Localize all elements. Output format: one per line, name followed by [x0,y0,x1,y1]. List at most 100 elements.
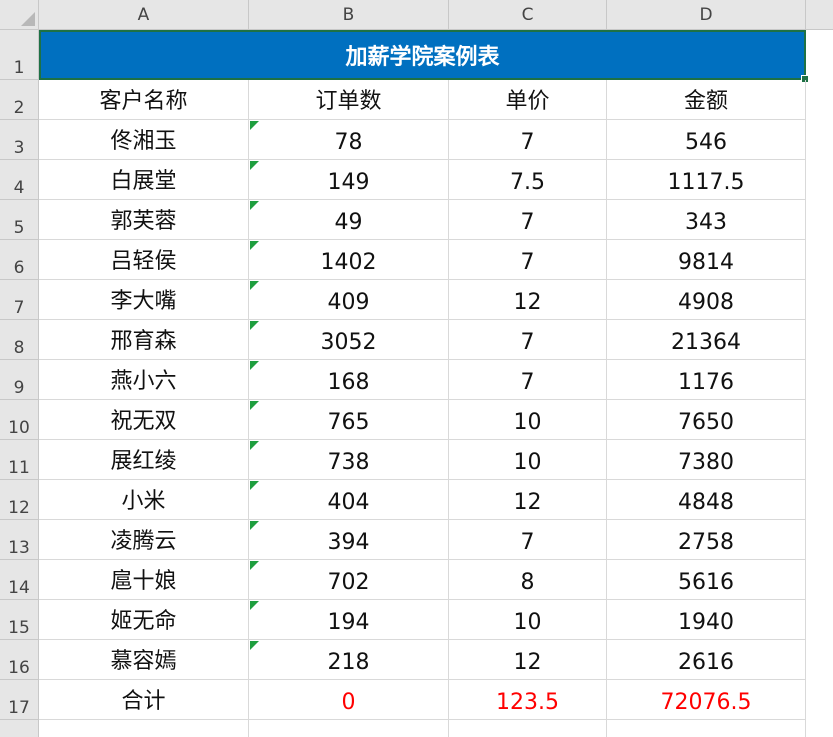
amount-cell[interactable]: 7380 [607,440,806,480]
customer-name-cell[interactable]: 祝无双 [39,400,249,440]
row-header-17[interactable]: 17 [0,680,39,720]
row-header-1[interactable]: 1 [0,30,39,80]
row-header-8[interactable]: 8 [0,320,39,360]
amount-cell[interactable]: 9814 [607,240,806,280]
price-cell[interactable]: 10 [449,440,607,480]
customer-name-cell[interactable]: 邢育森 [39,320,249,360]
header-cell-c[interactable]: 单价 [449,80,607,120]
amount-cell[interactable]: 5616 [607,560,806,600]
total-amount-cell[interactable]: 72076.5 [607,680,806,720]
price-cell[interactable]: 7 [449,120,607,160]
empty-cell[interactable] [449,720,607,737]
cell-value: 49 [334,210,363,235]
customer-name-cell[interactable]: 小米 [39,480,249,520]
amount-cell[interactable]: 1940 [607,600,806,640]
orders-cell[interactable]: 3052 [249,320,449,360]
row-header-10[interactable]: 10 [0,400,39,440]
row-header-12[interactable]: 12 [0,480,39,520]
amount-cell[interactable]: 343 [607,200,806,240]
orders-cell[interactable]: 404 [249,480,449,520]
orders-cell[interactable]: 409 [249,280,449,320]
cell-value: 765 [327,410,370,435]
title-cell-merged[interactable]: 加薪学院案例表 [39,30,806,80]
price-cell[interactable]: 7 [449,320,607,360]
customer-name-cell[interactable]: 凌腾云 [39,520,249,560]
orders-cell[interactable]: 394 [249,520,449,560]
orders-cell[interactable]: 218 [249,640,449,680]
column-header-d[interactable]: D [607,0,806,30]
orders-cell[interactable]: 149 [249,160,449,200]
column-header-a[interactable]: A [39,0,249,30]
amount-cell[interactable]: 7650 [607,400,806,440]
amount-cell[interactable]: 2616 [607,640,806,680]
empty-cell[interactable] [607,720,806,737]
header-cell-a[interactable]: 客户名称 [39,80,249,120]
orders-cell[interactable]: 738 [249,440,449,480]
total-label-cell[interactable]: 合计 [39,680,249,720]
empty-cell[interactable] [39,720,249,737]
price-cell[interactable]: 7 [449,200,607,240]
customer-name-cell[interactable]: 吕轻侯 [39,240,249,280]
row-header-2[interactable]: 2 [0,80,39,120]
row-header-16[interactable]: 16 [0,640,39,680]
row-header-3[interactable]: 3 [0,120,39,160]
customer-name-cell[interactable]: 李大嘴 [39,280,249,320]
customer-name-cell[interactable]: 佟湘玉 [39,120,249,160]
amount-cell[interactable]: 1176 [607,360,806,400]
row-header-4[interactable]: 4 [0,160,39,200]
row-header-14[interactable]: 14 [0,560,39,600]
total-price-cell[interactable]: 123.5 [449,680,607,720]
amount-cell[interactable]: 4908 [607,280,806,320]
price-cell[interactable]: 10 [449,400,607,440]
price-cell[interactable]: 7 [449,520,607,560]
empty-cell[interactable] [249,720,449,737]
customer-name-cell[interactable]: 慕容嫣 [39,640,249,680]
row-header-11[interactable]: 11 [0,440,39,480]
customer-name-cell[interactable]: 燕小六 [39,360,249,400]
orders-cell[interactable]: 765 [249,400,449,440]
customer-name-cell[interactable]: 郭芙蓉 [39,200,249,240]
column-header-c[interactable]: C [449,0,607,30]
amount-cell[interactable]: 546 [607,120,806,160]
amount-cell[interactable]: 21364 [607,320,806,360]
price-cell[interactable]: 10 [449,600,607,640]
orders-cell[interactable]: 78 [249,120,449,160]
cell-value: 738 [327,450,370,475]
header-cell-d[interactable]: 金额 [607,80,806,120]
price-cell[interactable]: 12 [449,280,607,320]
header-cell-b[interactable]: 订单数 [249,80,449,120]
amount-cell[interactable]: 1117.5 [607,160,806,200]
row-header-6[interactable]: 6 [0,240,39,280]
row-header-7[interactable]: 7 [0,280,39,320]
price-cell[interactable]: 8 [449,560,607,600]
orders-cell[interactable]: 1402 [249,240,449,280]
amount-cell[interactable]: 4848 [607,480,806,520]
spreadsheet-grid[interactable]: ABCD 1 2 3 4 5 6 7 8 9 10 11 12 13 14 15 16 17 加薪学院案例表 客… [0,0,833,737]
customer-name-cell[interactable]: 展红绫 [39,440,249,480]
orders-cell[interactable]: 194 [249,600,449,640]
row-header-15[interactable]: 15 [0,600,39,640]
price-cell[interactable]: 12 [449,640,607,680]
row-header-5[interactable]: 5 [0,200,39,240]
customer-name-cell[interactable]: 扈十娘 [39,560,249,600]
row-header-9[interactable]: 9 [0,360,39,400]
orders-cell[interactable]: 49 [249,200,449,240]
row-header-13[interactable]: 13 [0,520,39,560]
cell-value: 409 [327,290,370,315]
orders-cell[interactable]: 702 [249,560,449,600]
price-cell[interactable]: 7 [449,240,607,280]
total-orders-cell[interactable]: 0 [249,680,449,720]
select-all-corner[interactable] [0,0,39,30]
price-cell[interactable]: 7 [449,360,607,400]
column-header-b[interactable]: B [249,0,449,30]
number-as-text-flag-icon [250,641,259,650]
number-as-text-flag-icon [250,561,259,570]
cell-value: 1402 [320,250,377,275]
number-as-text-flag-icon [250,121,259,130]
customer-name-cell[interactable]: 白展堂 [39,160,249,200]
amount-cell[interactable]: 2758 [607,520,806,560]
price-cell[interactable]: 7.5 [449,160,607,200]
customer-name-cell[interactable]: 姬无命 [39,600,249,640]
orders-cell[interactable]: 168 [249,360,449,400]
price-cell[interactable]: 12 [449,480,607,520]
